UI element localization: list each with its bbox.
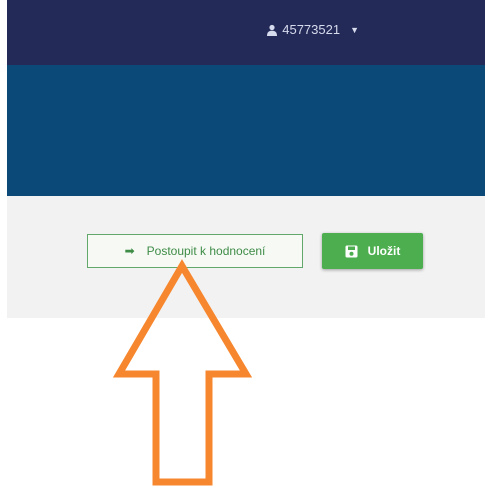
arrow-right-icon: ➡ xyxy=(124,244,135,258)
floppy-disk-icon xyxy=(345,245,358,257)
caret-down-icon: ▼ xyxy=(350,24,359,35)
save-label: Uložit xyxy=(367,244,401,258)
page: 45773521 ▼ ➡ Postoupit k hodnocení Uloži… xyxy=(0,0,485,486)
submit-for-evaluation-label: Postoupit k hodnocení xyxy=(146,244,266,258)
user-icon xyxy=(267,24,278,36)
page-banner xyxy=(7,65,485,196)
save-button[interactable]: Uložit xyxy=(322,233,423,269)
action-bar: ➡ Postoupit k hodnocení Uložit xyxy=(7,196,485,318)
submit-for-evaluation-button[interactable]: ➡ Postoupit k hodnocení xyxy=(87,234,303,268)
user-menu[interactable]: 45773521 ▼ xyxy=(266,22,359,37)
top-navbar: 45773521 ▼ xyxy=(7,0,485,65)
username: 45773521 xyxy=(282,22,341,37)
